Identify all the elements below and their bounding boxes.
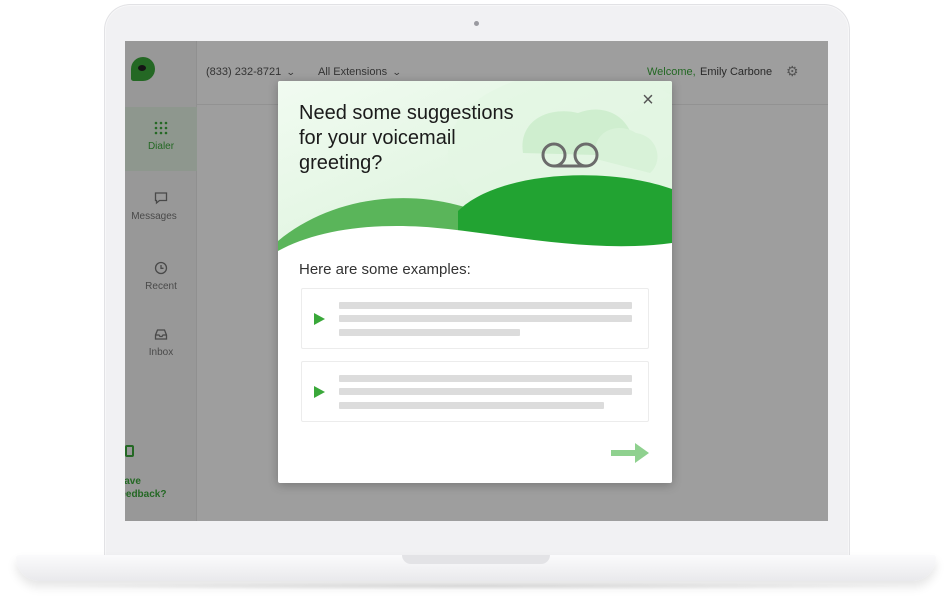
close-button[interactable]: × xyxy=(638,90,658,110)
play-icon[interactable] xyxy=(314,386,325,398)
camera-dot xyxy=(474,21,479,26)
next-button[interactable] xyxy=(611,443,649,463)
examples-heading: Here are some examples: xyxy=(299,261,471,278)
modal-title: Need some suggestions for your voicemail… xyxy=(299,102,514,174)
example-card[interactable] xyxy=(301,361,649,422)
play-icon[interactable] xyxy=(314,313,325,325)
placeholder-text-line xyxy=(339,402,604,409)
laptop-shadow xyxy=(40,582,912,590)
laptop-notch xyxy=(402,555,550,564)
placeholder-text-line xyxy=(339,302,632,309)
placeholder-text-line xyxy=(339,388,632,395)
placeholder-text-line xyxy=(339,375,632,382)
voicemail-suggestions-modal: Need some suggestions for your voicemail… xyxy=(278,81,672,483)
arrow-right-icon xyxy=(611,443,649,463)
example-card[interactable] xyxy=(301,288,649,349)
placeholder-text-line xyxy=(339,315,632,322)
close-icon: × xyxy=(642,89,654,111)
placeholder-text-line xyxy=(339,329,520,336)
